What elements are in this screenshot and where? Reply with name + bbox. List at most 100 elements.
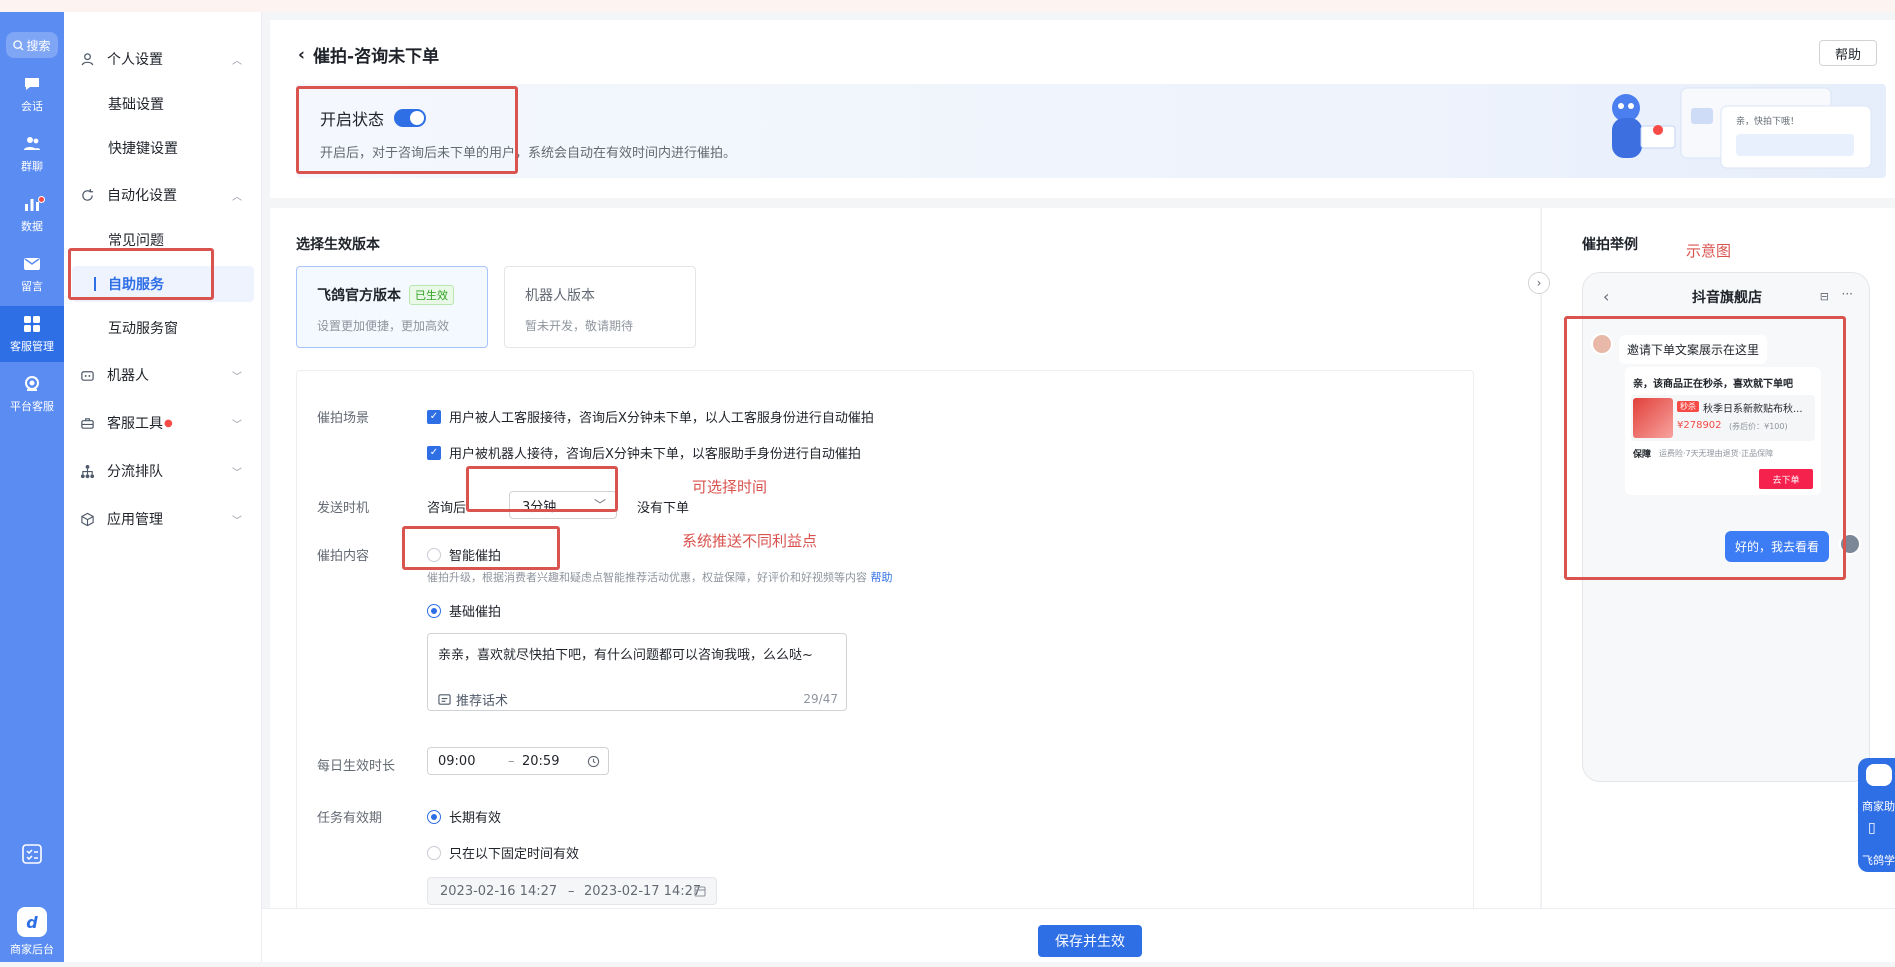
- sidebar-group-label: 分流排队: [107, 464, 163, 480]
- version-official-card[interactable]: 飞鸽官方版本 已生效 设置更加便捷，更加高效: [296, 266, 488, 348]
- basic-content-textarea[interactable]: 亲亲，喜欢就尽快拍下吧，有什么问题都可以咨询我哦，么么哒~ 推荐话术 29/47: [427, 633, 847, 711]
- version-section-title: 选择生效版本: [296, 237, 380, 253]
- radio-checked-icon: [427, 603, 441, 618]
- customer-avatar: [1839, 533, 1861, 555]
- floating-helper[interactable]: 商家助 ▯ 飞鸽学: [1858, 758, 1895, 872]
- version-robot-title: 机器人版本: [525, 288, 595, 304]
- checklist-icon[interactable]: [20, 842, 44, 866]
- store-icon: ⊟: [1819, 290, 1829, 303]
- time-separator: –: [508, 754, 515, 769]
- sidebar-group-label: 机器人: [107, 368, 149, 384]
- preview-title: 催拍举例: [1582, 237, 1638, 253]
- scene-option-1[interactable]: ✓ 用户被人工客服接待，咨询后X分钟未下单，以人工客服身份进行自动催拍: [427, 407, 874, 426]
- scene-label: 催拍场景: [317, 411, 370, 426]
- scene-option-2[interactable]: ✓ 用户被机器人接待，咨询后X分钟未下单，以客服助手身份进行自动催拍: [427, 443, 861, 462]
- merchant-backend-logo[interactable]: d 商家后台: [0, 907, 64, 967]
- rail-search-label: 搜索: [26, 38, 51, 53]
- header-card: ‹ 催拍-咨询未下单 帮助 开启状态 开启后，对于咨询后未下单的用户，系统会自动…: [270, 20, 1895, 198]
- sidebar-group-apps[interactable]: 应用管理 ﹀: [64, 502, 262, 536]
- rail-item-data[interactable]: 数据: [0, 186, 64, 242]
- scene-option-label: 用户被人工客服接待，咨询后X分钟未下单，以人工客服身份进行自动催拍: [449, 411, 874, 426]
- sidebar-item-faq[interactable]: 常见问题: [64, 222, 262, 258]
- basic-option[interactable]: 基础催拍: [427, 601, 501, 620]
- smart-help-link[interactable]: 帮助: [871, 571, 893, 584]
- float-item-feige[interactable]: 飞鸽学: [1862, 852, 1895, 868]
- rail-item-service-management[interactable]: 客服管理: [0, 306, 64, 362]
- basic-option-label: 基础催拍: [449, 605, 502, 620]
- sidebar-group-label: 自动化设置: [107, 188, 177, 204]
- scene-option-label: 用户被机器人接待，咨询后X分钟未下单，以客服助手身份进行自动催拍: [449, 447, 861, 462]
- smart-option-label: 智能催拍: [449, 549, 502, 564]
- status-banner: 开启状态 开启后，对于咨询后未下单的用户，系统会自动在有效时间内进行催拍。 亲，…: [296, 84, 1886, 178]
- chevron-down-icon: ﹀: [232, 515, 242, 527]
- rail-item-label: 会话: [21, 100, 43, 113]
- top-strip: [0, 0, 1895, 12]
- rail-item-label: 留言: [21, 280, 43, 293]
- daily-duration-label: 每日生效时长: [317, 759, 396, 774]
- smart-option[interactable]: 智能催拍: [427, 545, 501, 564]
- banner-illustration-text: 亲，快拍下哦！: [1736, 115, 1799, 127]
- preview-panel: 催拍举例 ‹ 抖音旗舰店 ⊟ ··· 邀请下单文案展示在这里 亲，该商品正在秒杀…: [1541, 208, 1895, 908]
- rail-item-platform-service[interactable]: 平台客服: [0, 366, 64, 422]
- sidebar-item-self-service[interactable]: 自助服务: [72, 266, 254, 302]
- collapse-preview-button[interactable]: ›: [1528, 272, 1550, 294]
- date-separator: –: [568, 884, 575, 899]
- save-button[interactable]: 保存并生效: [1038, 925, 1142, 957]
- robot-icon: [81, 370, 94, 381]
- time-range-picker[interactable]: 09:00 – 20:59: [427, 747, 609, 775]
- smart-desc-text: 催拍升级，根据消费者兴趣和疑虑点智能推荐活动优惠，权益保障，好评价和好视频等内容: [427, 571, 867, 584]
- book-icon: ▯: [1868, 820, 1876, 836]
- sidebar-item-basic[interactable]: 基础设置: [64, 86, 262, 122]
- float-item-merchant[interactable]: 商家助: [1862, 798, 1895, 814]
- status-toggle[interactable]: [394, 109, 427, 127]
- sidebar-group-routing[interactable]: 分流排队 ﹀: [64, 454, 262, 488]
- sidebar-group-label: 应用管理: [107, 512, 163, 528]
- rail-item-group[interactable]: 群聊: [0, 126, 64, 182]
- order-button[interactable]: 去下单: [1759, 469, 1813, 489]
- phone-mockup: ‹ 抖音旗舰店 ⊟ ··· 邀请下单文案展示在这里 亲，该商品正在秒杀，喜欢就下…: [1582, 272, 1870, 782]
- product-orig-price: (券后价：¥100): [1729, 422, 1788, 431]
- annotation-diagram: 示意图: [1686, 242, 1732, 260]
- sidebar-item-interactive[interactable]: 互动服务窗: [64, 310, 262, 346]
- rail-item-label: 客服管理: [10, 340, 54, 353]
- timing-select[interactable]: 3分钟 ﹀: [509, 491, 617, 519]
- product-card: 亲，该商品正在秒杀，喜欢就下单吧 秒杀 秋季日系新款贴布秋... ¥278902…: [1625, 367, 1821, 495]
- annotation-time: 可选择时间: [692, 478, 768, 496]
- checkbox-checked-icon: ✓: [427, 409, 441, 424]
- flash-sale-tag: 秒杀: [1677, 401, 1699, 412]
- rail-item-chat[interactable]: 会话: [0, 66, 64, 122]
- hierarchy-icon: [80, 464, 95, 478]
- sidebar-group-robot[interactable]: 机器人 ﹀: [64, 358, 262, 392]
- version-robot-card[interactable]: 机器人版本 暂未开发，敬请期待: [504, 266, 696, 348]
- help-button[interactable]: 帮助: [1819, 40, 1877, 66]
- sidebar-group-automation[interactable]: 自动化设置 ︿: [64, 178, 262, 212]
- textarea-value: 亲亲，喜欢就尽快拍下吧，有什么问题都可以咨询我哦，么么哒~: [438, 648, 813, 663]
- sidebar-group-personal[interactable]: 个人设置 ︿: [64, 42, 262, 76]
- chevron-left-icon: ‹: [298, 44, 306, 65]
- recommend-link[interactable]: 推荐话术: [438, 690, 508, 709]
- sidebar-item-shortcut[interactable]: 快捷键设置: [64, 130, 262, 166]
- long-term-option[interactable]: 长期有效: [427, 807, 501, 826]
- fixed-time-option[interactable]: 只在以下固定时间有效: [427, 843, 579, 862]
- new-dot: ●: [164, 417, 173, 429]
- timing-select-value: 3分钟: [522, 499, 557, 515]
- notification-dot: [38, 196, 45, 203]
- refresh-icon: [82, 188, 94, 201]
- grid-icon: [24, 316, 40, 332]
- card-title: 亲，该商品正在秒杀，喜欢就下单吧: [1633, 379, 1793, 390]
- version-official-title: 飞鸽官方版本: [317, 288, 401, 304]
- rail-item-label: 数据: [21, 220, 43, 233]
- rail-item-message[interactable]: 留言: [0, 246, 64, 302]
- secondary-sidebar: 个人设置 ︿ 基础设置 快捷键设置 自动化设置 ︿ 常见问题 自助服务 互动服务…: [64, 12, 262, 962]
- chevron-up-icon: ︿: [232, 191, 242, 203]
- sidebar-group-tools[interactable]: 客服工具 ● ﹀: [64, 406, 262, 440]
- back-link[interactable]: ‹ 催拍-咨询未下单: [298, 42, 439, 68]
- guarantee-text: 运费险·7天无理由退货·正品保障: [1659, 449, 1774, 458]
- headset-icon: [25, 376, 39, 391]
- product-row: 秒杀 秋季日系新款贴布秋... ¥278902 (券后价：¥100): [1631, 395, 1815, 441]
- content-label: 催拍内容: [317, 549, 370, 564]
- date-range-picker[interactable]: 2023-02-16 14:27 – 2023-02-17 14:27: [427, 877, 717, 905]
- rail-search-button[interactable]: 搜索: [6, 32, 58, 58]
- footer-bar: 保存并生效: [262, 908, 1895, 962]
- product-name: 秋季日系新款贴布秋...: [1703, 404, 1803, 415]
